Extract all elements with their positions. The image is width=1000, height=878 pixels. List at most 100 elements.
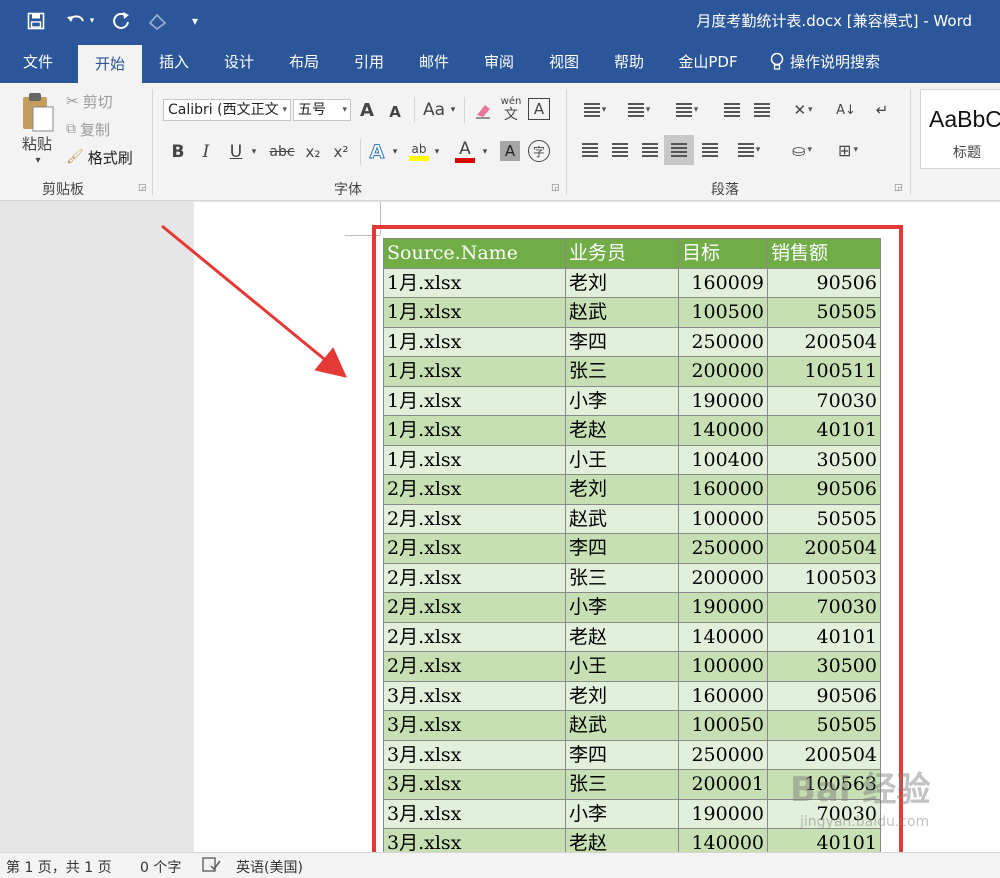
word-count[interactable]: 0 个字 (140, 857, 181, 877)
font-color-bar (455, 157, 475, 163)
highlight-dropdown-icon[interactable]: ▾ (432, 139, 442, 165)
phonetic-guide-button[interactable]: wén 文 (500, 95, 522, 125)
multilevel-list-button[interactable]: ▾ (668, 97, 706, 123)
align-right-button[interactable] (638, 137, 662, 163)
tab-help[interactable]: 帮助 (601, 42, 657, 83)
clipboard-launcher-icon[interactable]: ◲ (138, 183, 147, 193)
font-launcher-icon[interactable]: ◲ (551, 183, 560, 193)
copy-button[interactable]: ⧉ 复制 (66, 119, 110, 139)
align-left-icon (582, 143, 598, 157)
bold-button[interactable]: B (168, 139, 188, 165)
decrease-indent-button[interactable] (720, 97, 744, 123)
increase-indent-button[interactable] (750, 97, 774, 123)
asian-layout-button[interactable]: ✕ ▾ (784, 97, 822, 123)
tab-mailings[interactable]: 邮件 (406, 42, 462, 83)
asian-layout-icon: ✕ (793, 101, 807, 119)
paragraph-mark-icon: ↵ (875, 101, 889, 119)
paste-dropdown-icon[interactable]: ▾ (28, 153, 48, 167)
character-border-button[interactable]: A (528, 98, 550, 120)
align-right-icon (642, 143, 658, 157)
line-spacing-icon (737, 143, 754, 157)
clipboard-group-label: 剪贴板 (42, 182, 84, 198)
tab-view[interactable]: 视图 (536, 42, 592, 83)
clear-formatting-icon[interactable] (472, 97, 494, 123)
tab-design[interactable]: 设计 (211, 42, 267, 83)
shrink-font-button[interactable]: A (384, 99, 406, 125)
underline-dropdown-icon[interactable]: ▾ (248, 139, 260, 165)
tab-file[interactable]: 文件 (10, 42, 66, 83)
font-name-value: Calibri (西文正文 (168, 102, 279, 118)
tab-insert[interactable]: 插入 (146, 42, 202, 83)
redo-icon[interactable] (108, 8, 134, 34)
group-separator (910, 89, 911, 195)
annotation-arrow (161, 224, 347, 378)
subscript-button[interactable]: x₂ (302, 139, 324, 165)
strikethrough-button[interactable]: abc (268, 139, 296, 165)
decrease-indent-icon (724, 103, 740, 117)
enclose-characters-button[interactable]: 字 (528, 140, 550, 162)
chevron-down-icon: ▾ (342, 105, 347, 115)
distributed-icon (702, 143, 718, 157)
text-effects-dropdown-icon[interactable]: ▾ (390, 139, 400, 165)
touch-mode-icon[interactable] (144, 8, 172, 34)
font-group-label: 字体 (334, 182, 362, 198)
tab-home[interactable]: 开始 (78, 45, 142, 83)
copy-icon: ⧉ (66, 121, 76, 137)
status-bar: 第 1 页，共 1 页 0 个字 英语(美国) (0, 852, 1000, 878)
sort-icon: A↓ (836, 102, 856, 118)
format-painter-label: 格式刷 (87, 148, 133, 167)
divider (414, 97, 415, 123)
copy-label: 复制 (80, 120, 111, 139)
align-center-button[interactable] (608, 137, 632, 163)
font-name-select[interactable]: Calibri (西文正文 ▾ (163, 99, 291, 121)
show-marks-button[interactable]: ↵ (870, 97, 894, 123)
character-shading-button[interactable]: A (500, 141, 520, 161)
cut-button[interactable]: ✂ 剪切 (66, 91, 113, 111)
ribbon: 粘贴 ▾ ✂ 剪切 ⧉ 复制 🖌 格式刷 剪贴板 ◲ Calibri (西文正文 ▾ 五… (0, 83, 1000, 201)
save-icon[interactable] (24, 8, 48, 34)
document-area: Source.Name 业务员 目标 销售额 1月.xlsx 老刘 160009 90… (0, 202, 1000, 852)
font-size-select[interactable]: 五号 ▾ (293, 99, 351, 121)
style-gallery-item[interactable]: AaBbC 标题 (920, 89, 1000, 169)
page-info[interactable]: 第 1 页，共 1 页 (6, 857, 112, 877)
baidu-watermark-url: jingyan.baidu.com (800, 814, 930, 830)
sort-button[interactable]: A↓ (834, 97, 858, 123)
phonetic-label: wén (500, 96, 522, 107)
shading-button[interactable]: ⛀ ▾ (782, 137, 822, 163)
format-painter-button[interactable]: 🖌 格式刷 (66, 147, 133, 167)
text-effects-button[interactable]: A (366, 139, 388, 165)
borders-button[interactable]: ⊞ ▾ (828, 137, 868, 163)
highlight-button[interactable]: ab (406, 137, 432, 165)
paragraph-group-label: 段落 (711, 182, 739, 198)
highlight-color-bar (409, 155, 429, 161)
tab-layout[interactable]: 布局 (276, 42, 332, 83)
change-case-dropdown-icon[interactable]: ▾ (448, 97, 458, 123)
borders-icon: ⊞ (838, 140, 852, 160)
tell-me-search[interactable]: 操作说明搜索 (790, 42, 900, 83)
tab-review[interactable]: 审阅 (471, 42, 527, 83)
customize-qat-icon[interactable]: ▾ (186, 8, 204, 34)
tab-kingsoft-pdf[interactable]: 金山PDF (668, 42, 748, 83)
paste-button[interactable]: 粘贴 (14, 133, 60, 153)
tab-references[interactable]: 引用 (341, 42, 397, 83)
change-case-button[interactable]: Aa (420, 97, 448, 123)
proofing-icon[interactable] (202, 856, 222, 878)
italic-button[interactable]: I (196, 139, 216, 165)
undo-icon[interactable]: ▾ (60, 8, 100, 34)
justify-button[interactable] (664, 135, 694, 165)
numbering-button[interactable]: ▾ (622, 97, 656, 123)
grow-font-button[interactable]: A (356, 97, 378, 123)
align-center-icon (612, 143, 628, 157)
underline-button[interactable]: U (226, 139, 246, 165)
paint-bucket-icon: ⛀ (792, 140, 806, 160)
bullets-button[interactable]: ▾ (578, 97, 612, 123)
distributed-button[interactable] (698, 137, 722, 163)
paragraph-launcher-icon[interactable]: ◲ (894, 183, 903, 193)
align-left-button[interactable] (578, 137, 602, 163)
paste-icon[interactable] (14, 89, 60, 135)
superscript-button[interactable]: x² (330, 139, 352, 165)
language-status[interactable]: 英语(美国) (236, 857, 303, 877)
line-spacing-button[interactable]: ▾ (730, 137, 768, 163)
font-color-dropdown-icon[interactable]: ▾ (480, 139, 490, 165)
font-color-button[interactable]: A (452, 137, 478, 165)
